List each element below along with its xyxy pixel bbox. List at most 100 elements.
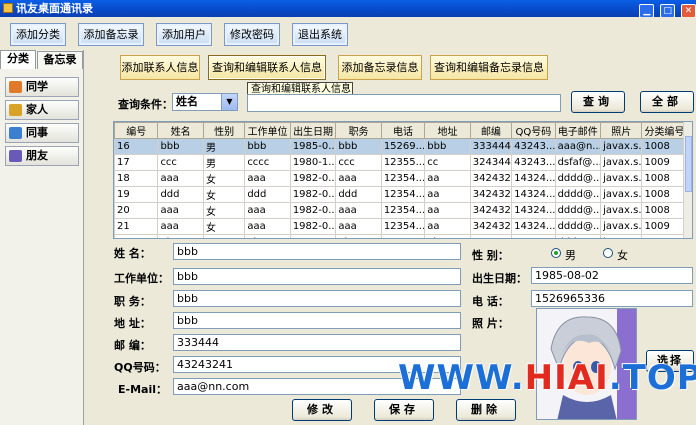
name-field[interactable]: bbb bbox=[173, 243, 461, 260]
add-user-button[interactable]: 添加用户 bbox=[156, 23, 212, 46]
column-header[interactable]: 性别 bbox=[202, 122, 246, 139]
table-cell: 女 bbox=[202, 218, 246, 235]
table-cell: aaa bbox=[157, 170, 204, 187]
column-header[interactable]: 工作单位 bbox=[244, 122, 291, 139]
app-window: 讯友桌面通讯录 ▁ □ ✕ 添加分类 添加备忘录 添加用户 修改密码 退出系统 … bbox=[0, 0, 696, 425]
column-header[interactable]: 地址 bbox=[424, 122, 471, 139]
query-field-value: 姓名 bbox=[176, 95, 198, 108]
table-row[interactable]: 16 bbb 男 bbb 1985-0... bbb 15269... bbb 333444 43… bbox=[114, 138, 686, 155]
zip-field[interactable]: 333444 bbox=[173, 334, 461, 351]
table-cell: 19 bbox=[114, 186, 159, 203]
table-cell: dddd@... bbox=[554, 170, 602, 187]
exit-system-button[interactable]: 退出系统 bbox=[292, 23, 348, 46]
column-header[interactable]: 出生日期 bbox=[289, 122, 337, 139]
change-password-button[interactable]: 修改密码 bbox=[224, 23, 280, 46]
female-radio[interactable] bbox=[603, 248, 613, 258]
add-contact-button[interactable]: 添加联系人信息 bbox=[120, 55, 200, 80]
table-cell: javax.s... bbox=[600, 218, 643, 235]
sidebar-item-colleagues[interactable]: 同事 bbox=[5, 123, 79, 143]
table-row[interactable]: 18 aaa 女 aaa 1982-0... aaa 12354... aa 342432 143… bbox=[114, 170, 686, 187]
column-header[interactable]: 电子邮件 bbox=[554, 122, 602, 139]
search-input[interactable] bbox=[247, 94, 561, 112]
sidebar-item-label: 同事 bbox=[26, 126, 48, 139]
table-row[interactable]: 22abc男abc1982-1...abc13589...abc34432443… bbox=[114, 234, 686, 238]
birthday-field[interactable]: 1985-08-02 bbox=[531, 267, 693, 284]
contacts-table[interactable]: 编号 姓名 性别 工作单位 出生日期 职务 电话 地址 邮编 QQ号码 电子邮件… bbox=[113, 121, 693, 239]
sidebar-item-family[interactable]: 家人 bbox=[5, 100, 79, 120]
column-header[interactable]: 照片 bbox=[600, 122, 643, 139]
query-edit-contact-button[interactable]: 查询和编辑联系人信息 bbox=[208, 55, 326, 80]
title-bar: 讯友桌面通讯录 ▁ □ ✕ bbox=[0, 0, 696, 18]
column-header[interactable]: 职务 bbox=[335, 122, 382, 139]
table-cell: 1982-0... bbox=[289, 186, 337, 203]
table-cell: abc bbox=[335, 234, 382, 238]
table-cell: 14324... bbox=[511, 186, 556, 203]
table-cell: 1009 bbox=[641, 154, 686, 171]
email-label: E-Mail： bbox=[118, 383, 167, 396]
table-body: 16 bbb 男 bbb 1985-0... bbb 15269... bbb 333444 43… bbox=[114, 138, 686, 238]
sidebar-item-friends[interactable]: 朋友 bbox=[5, 146, 79, 166]
table-cell: javax.s... bbox=[600, 202, 643, 219]
delete-button[interactable]: 删除 bbox=[456, 399, 516, 421]
all-button[interactable]: 全部 bbox=[640, 91, 694, 113]
tab-category[interactable]: 分类 bbox=[0, 50, 36, 69]
query-button[interactable]: 查询 bbox=[571, 91, 625, 113]
contacts-grid: 编号 姓名 性别 工作单位 出生日期 职务 电话 地址 邮编 QQ号码 电子邮件… bbox=[114, 122, 686, 238]
column-header[interactable]: QQ号码 bbox=[511, 122, 556, 139]
close-icon[interactable]: ✕ bbox=[681, 4, 696, 18]
table-cell: 1008 bbox=[641, 234, 686, 238]
table-cell: 342432 bbox=[469, 202, 513, 219]
table-cell: bbb bbox=[335, 138, 382, 155]
table-cell: aaa bbox=[335, 202, 382, 219]
query-field-select[interactable]: 姓名 ▼ bbox=[172, 93, 238, 111]
table-cell: 1009 bbox=[641, 218, 686, 235]
scrollbar-thumb[interactable] bbox=[685, 136, 692, 192]
table-cell: dddd@... bbox=[554, 218, 602, 235]
add-memo-button[interactable]: 添加备忘录 bbox=[78, 23, 144, 46]
column-header[interactable]: 电话 bbox=[380, 122, 426, 139]
add-category-button[interactable]: 添加分类 bbox=[10, 23, 66, 46]
sidebar-item-classmates[interactable]: 同学 bbox=[5, 77, 79, 97]
table-cell: 17 bbox=[114, 154, 159, 171]
table-cell: abc bbox=[424, 234, 471, 238]
table-row[interactable]: 20 aaa 女 aaa 1982-0... aaa 12354... aa 342432 143… bbox=[114, 202, 686, 219]
table-row[interactable]: 21 aaa 女 aaa 1982-0... aaa 12354... aa 342432 143… bbox=[114, 218, 686, 235]
table-cell: 1008 bbox=[641, 186, 686, 203]
table-cell: 342432 bbox=[469, 218, 513, 235]
column-header[interactable]: 编号 bbox=[114, 122, 159, 139]
table-cell: 43243... bbox=[511, 138, 556, 155]
table-cell: 13589... bbox=[380, 234, 426, 238]
table-cell: 16 bbox=[114, 138, 159, 155]
column-header[interactable]: 分类编号 bbox=[641, 122, 686, 139]
maximize-icon[interactable]: □ bbox=[660, 4, 676, 18]
address-field[interactable]: bbb bbox=[173, 312, 461, 329]
table-cell: 1980-1... bbox=[289, 154, 337, 171]
table-cell: 女 bbox=[202, 186, 246, 203]
table-cell: ddd@a... bbox=[554, 234, 602, 238]
column-header[interactable]: 邮编 bbox=[469, 122, 513, 139]
chevron-down-icon[interactable]: ▼ bbox=[221, 94, 237, 110]
phone-field[interactable]: 1526965336 bbox=[531, 290, 693, 307]
female-label: 女 bbox=[617, 249, 628, 262]
table-cell: 12355... bbox=[380, 154, 426, 171]
table-row[interactable]: 17 ccc 男 cccc 1980-1... ccc 12355... cc 324344 43… bbox=[114, 154, 686, 171]
minimize-icon[interactable]: ▁ bbox=[639, 4, 655, 18]
query-edit-memo-button[interactable]: 查询和编辑备忘录信息 bbox=[430, 55, 548, 80]
table-cell: 22 bbox=[114, 234, 159, 238]
save-button[interactable]: 保存 bbox=[374, 399, 434, 421]
friends-icon bbox=[9, 150, 22, 162]
table-scrollbar[interactable] bbox=[683, 122, 692, 238]
column-header[interactable]: 姓名 bbox=[157, 122, 204, 139]
table-cell: 1008 bbox=[641, 170, 686, 187]
table-cell: 男 bbox=[202, 154, 246, 171]
work-unit-field[interactable]: bbb bbox=[173, 268, 461, 285]
modify-button[interactable]: 修改 bbox=[292, 399, 352, 421]
tab-memo[interactable]: 备忘录 bbox=[37, 51, 83, 69]
table-cell: 14324... bbox=[511, 202, 556, 219]
phone-label: 电 话： bbox=[472, 295, 509, 308]
male-radio[interactable] bbox=[551, 248, 561, 258]
table-row[interactable]: 19 ddd 女 ddd 1982-0... ddd 12354... aa 342432 143… bbox=[114, 186, 686, 203]
classmates-icon bbox=[9, 81, 22, 93]
position-field[interactable]: bbb bbox=[173, 290, 461, 307]
add-memo-info-button[interactable]: 添加备忘录信息 bbox=[338, 55, 422, 80]
